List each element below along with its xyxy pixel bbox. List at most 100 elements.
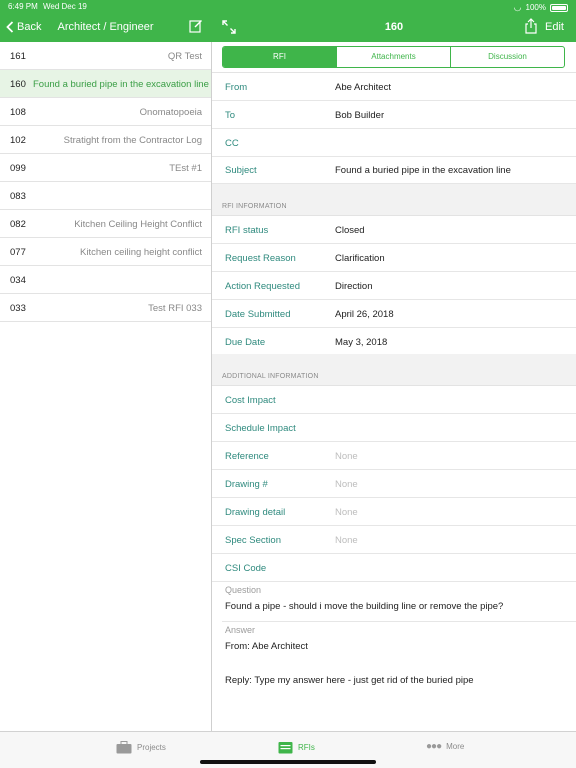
tabbar-projects[interactable]: Projects (116, 741, 166, 754)
rfi-number: 102 (10, 135, 26, 146)
question-divider (222, 621, 576, 622)
status-time: 6:49 PM (8, 2, 38, 11)
tab-attachments[interactable]: Attachments (337, 47, 451, 67)
field-drawing-number[interactable]: Drawing # None (212, 470, 576, 498)
rfi-list-row-selected[interactable]: 160 Found a buried pipe in the excavatio… (0, 70, 211, 98)
tabbar-rfis[interactable]: RFIs (278, 741, 315, 754)
status-date: Wed Dec 19 (43, 2, 87, 11)
wifi-icon: ◡ (513, 2, 522, 12)
list-title: Architect / Engineer (57, 21, 154, 33)
rfi-number: 082 (10, 219, 26, 230)
field-label: Cost Impact (225, 395, 276, 406)
rfi-list-row[interactable]: 034 (0, 266, 211, 294)
compose-icon[interactable] (189, 19, 203, 33)
field-label: Due Date (225, 337, 266, 348)
section-additional-information: ADDITIONAL INFORMATION (212, 354, 576, 386)
rfi-subject: Test RFI 033 (148, 303, 202, 314)
section-title: ADDITIONAL INFORMATION (222, 373, 319, 380)
share-icon[interactable] (524, 18, 538, 34)
battery-icon (550, 3, 568, 12)
rfi-list: 161 QR Test 160 Found a buried pipe in t… (0, 42, 211, 731)
field-drawing-detail[interactable]: Drawing detail None (212, 498, 576, 526)
rfi-subject: Stratight from the Contractor Log (63, 135, 202, 146)
field-value: None (335, 535, 358, 546)
rfi-list-row[interactable]: 033 Test RFI 033 (0, 294, 211, 322)
rfi-list-row[interactable]: 108 Onomatopoeia (0, 98, 211, 126)
field-schedule-impact[interactable]: Schedule Impact (212, 414, 576, 442)
list-navbar: Back Architect / Engineer (0, 13, 211, 42)
field-value: Found a buried pipe in the excavation li… (335, 165, 511, 176)
rfi-number: 161 (10, 51, 26, 62)
field-action-requested[interactable]: Action Requested Direction (212, 272, 576, 300)
field-value: None (335, 479, 358, 490)
tabbar-label: RFIs (298, 743, 315, 752)
field-reference[interactable]: Reference None (212, 442, 576, 470)
field-due-date[interactable]: Due Date May 3, 2018 (212, 328, 576, 356)
field-value: April 26, 2018 (335, 309, 394, 320)
section-title: RFI INFORMATION (222, 203, 287, 210)
field-from[interactable]: From Abe Architect (212, 73, 576, 101)
field-subject[interactable]: Subject Found a buried pipe in the excav… (212, 156, 576, 184)
rfi-number: 160 (10, 79, 26, 90)
field-to[interactable]: To Bob Builder (212, 101, 576, 129)
field-value: Direction (335, 281, 373, 292)
answer-label: Answer (225, 625, 256, 635)
tab-rfi[interactable]: RFI (223, 47, 337, 67)
rfi-subject: Found a buried pipe in the excavation li… (33, 79, 209, 90)
detail-segmented-control: RFI Attachments Discussion (222, 46, 565, 68)
rfi-number: 083 (10, 191, 26, 202)
top-bar: 6:49 PM Wed Dec 19 ◡ 100% Back Architect… (0, 0, 576, 42)
field-spec-section[interactable]: Spec Section None (212, 526, 576, 554)
more-dots-icon: ●●● (426, 741, 442, 752)
field-label: From (225, 82, 248, 93)
rfi-number: 077 (10, 247, 26, 258)
rfi-subject: TEst #1 (169, 163, 202, 174)
rfi-subject: Kitchen ceiling height conflict (80, 247, 202, 258)
rfi-list-row[interactable]: 161 QR Test (0, 42, 211, 70)
rfi-subject: Onomatopoeia (139, 107, 202, 118)
field-label: Request Reason (225, 253, 296, 264)
rfi-subject: QR Test (167, 51, 202, 62)
status-bar: 6:49 PM Wed Dec 19 ◡ 100% (0, 0, 576, 13)
field-label: Drawing # (225, 479, 268, 490)
rfi-folder-icon (278, 742, 293, 754)
question-label: Question (225, 585, 262, 595)
field-date-submitted[interactable]: Date Submitted April 26, 2018 (212, 300, 576, 328)
answer-from: From: Abe Architect (225, 641, 308, 652)
field-csi-code[interactable]: CSI Code (212, 554, 576, 582)
field-label: Drawing detail (225, 507, 286, 518)
field-rfi-status[interactable]: RFI status Closed (212, 216, 576, 244)
tabbar-label: More (446, 742, 465, 751)
field-value: None (335, 507, 358, 518)
field-value: None (335, 451, 358, 462)
rfi-list-row[interactable]: 099 TEst #1 (0, 154, 211, 182)
status-right: ◡ 100% (514, 2, 568, 13)
field-cost-impact[interactable]: Cost Impact (212, 386, 576, 414)
field-label: CSI Code (225, 563, 267, 574)
tab-discussion[interactable]: Discussion (451, 47, 564, 67)
field-label: To (225, 110, 236, 121)
field-value: Bob Builder (335, 110, 385, 121)
detail-navbar: 160 Edit (212, 13, 576, 42)
home-indicator (200, 760, 376, 764)
rfi-number: 033 (10, 303, 26, 314)
question-text: Found a pipe - should i move the buildin… (225, 601, 504, 612)
section-rfi-information: RFI INFORMATION (212, 184, 576, 216)
tabbar-more[interactable]: ●●● More (426, 741, 464, 752)
rfi-list-row[interactable]: 083 (0, 182, 211, 210)
field-label: Spec Section (225, 535, 281, 546)
rfi-list-row[interactable]: 077 Kitchen ceiling height conflict (0, 238, 211, 266)
rfi-list-row[interactable]: 102 Stratight from the Contractor Log (0, 126, 211, 154)
edit-button[interactable]: Edit (545, 21, 564, 33)
field-label: Schedule Impact (225, 423, 296, 434)
rfi-subject: Kitchen Ceiling Height Conflict (74, 219, 202, 230)
field-label: RFI status (225, 225, 269, 236)
rfi-list-row[interactable]: 082 Kitchen Ceiling Height Conflict (0, 210, 211, 238)
field-request-reason[interactable]: Request Reason Clarification (212, 244, 576, 272)
field-value: Clarification (335, 253, 385, 264)
field-label: Subject (225, 165, 257, 176)
briefcase-icon (116, 741, 132, 754)
field-value: May 3, 2018 (335, 337, 388, 348)
field-cc[interactable]: CC (212, 129, 576, 157)
field-label: Reference (225, 451, 269, 462)
